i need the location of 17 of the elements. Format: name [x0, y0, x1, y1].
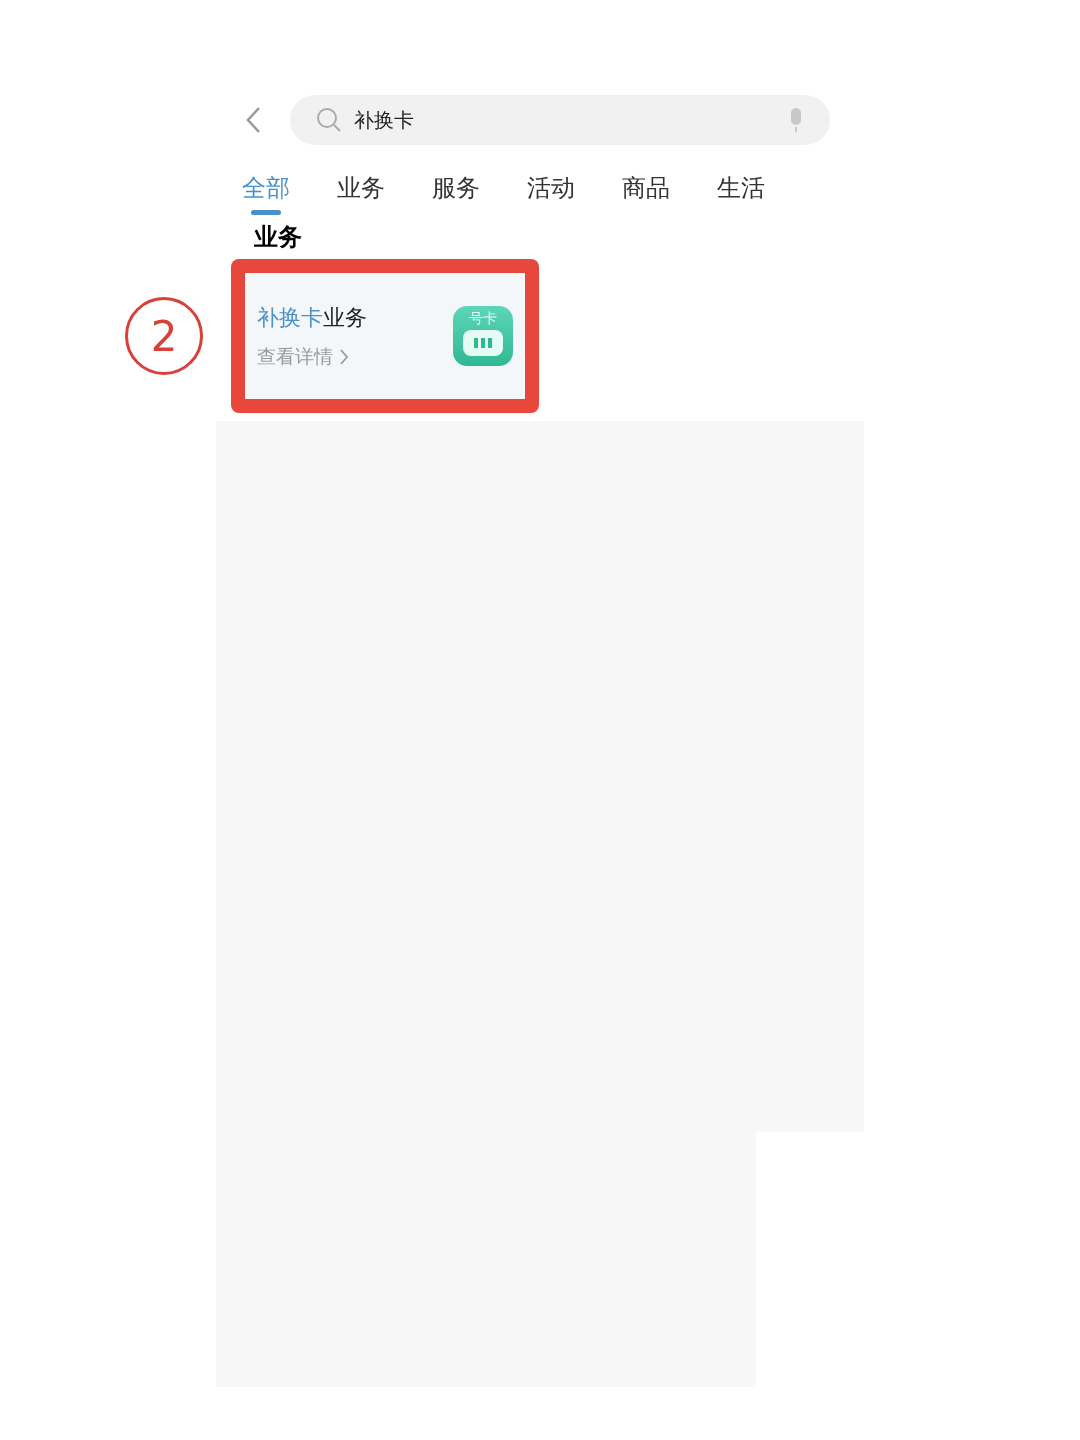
result-title: 补换卡业务	[257, 304, 367, 333]
category-tab[interactable]: 服务	[432, 163, 480, 213]
category-tab[interactable]: 活动	[527, 163, 575, 213]
step-number: 2	[125, 297, 203, 375]
result-card[interactable]: 补换卡业务 查看详情 号卡	[245, 273, 525, 399]
category-tab[interactable]: 商品	[622, 163, 670, 213]
chevron-icon	[339, 347, 349, 366]
category-tab[interactable]: 生活	[717, 163, 765, 213]
search-bar[interactable]: 补换卡	[290, 95, 830, 145]
back-icon	[245, 106, 261, 134]
microphone-icon[interactable]	[788, 107, 804, 133]
search-icon	[316, 107, 342, 133]
section-heading: 业务	[254, 223, 303, 251]
search-input[interactable]: 补换卡	[354, 105, 788, 135]
category-tab[interactable]: 业务	[337, 163, 385, 213]
sim-card-icon: 号卡	[453, 306, 513, 366]
tab-indicator	[251, 210, 281, 215]
